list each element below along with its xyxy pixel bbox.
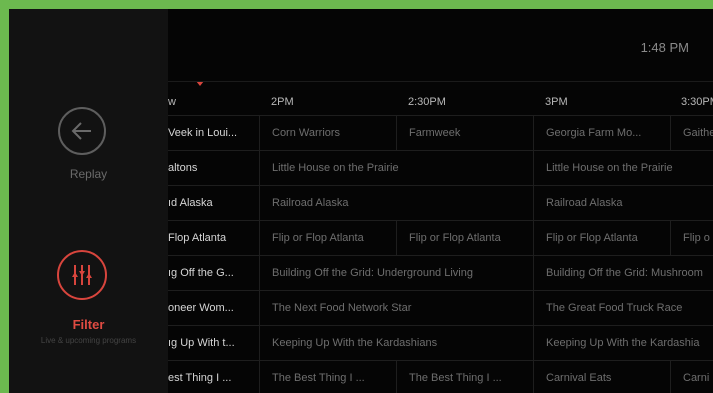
program-cell[interactable]: Veek in Loui...: [168, 116, 259, 151]
program-cell[interactable]: est Thing I ...: [168, 361, 259, 393]
program-cell[interactable]: Flip o: [670, 221, 713, 256]
program-cell[interactable]: Building Off the Grid: Mushroom: [533, 256, 713, 291]
channel-row: Flop Atlanta Flip or Flop Atlanta Flip o…: [168, 220, 713, 256]
program-cell[interactable]: Keeping Up With the Kardashia: [533, 326, 713, 361]
program-cell[interactable]: Keeping Up With the Kardashians: [259, 326, 533, 361]
program-cell[interactable]: Georgia Farm Mo...: [533, 116, 670, 151]
program-cell[interactable]: Gaithe: [670, 116, 713, 151]
channel-row: altons Little House on the Prairie Littl…: [168, 150, 713, 186]
timeline-header: w 2PM 2:30PM 3PM 3:30PM: [168, 81, 713, 116]
time-slot: 2:30PM: [408, 96, 446, 108]
program-cell[interactable]: Flip or Flop Atlanta: [259, 221, 396, 256]
channel-row: oneer Wom... The Next Food Network Star …: [168, 290, 713, 326]
clock: 1:48 PM: [640, 40, 689, 55]
time-slot: 3PM: [545, 96, 568, 108]
filter-label: Filter: [72, 317, 105, 332]
program-cell[interactable]: Little House on the Prairie: [533, 151, 713, 186]
program-cell[interactable]: Little House on the Prairie: [259, 151, 533, 186]
program-cell[interactable]: altons: [168, 151, 259, 186]
program-cell[interactable]: Carni: [670, 361, 713, 393]
program-cell[interactable]: Railroad Alaska: [259, 186, 533, 221]
time-slot: 3:30PM: [681, 96, 713, 108]
equalizer-icon: [72, 265, 92, 285]
program-cell[interactable]: Building Off the Grid: Underground Livin…: [259, 256, 533, 291]
sidebar: Replay Filter Live & upcoming programs: [9, 9, 168, 393]
tv-guide-screen: Replay Filter Live & upcoming programs 1…: [9, 9, 713, 393]
channel-row: est Thing I ... The Best Thing I ... The…: [168, 360, 713, 393]
time-slot: w: [168, 96, 176, 108]
back-arrow-icon: [71, 122, 91, 140]
channel-row: ıd Alaska Railroad Alaska Railroad Alask…: [168, 185, 713, 221]
program-cell[interactable]: Carnival Eats: [533, 361, 670, 393]
filter-subtitle: Live & upcoming programs: [40, 336, 137, 345]
program-cell[interactable]: Corn Warriors: [259, 116, 396, 151]
program-cell[interactable]: ıd Alaska: [168, 186, 259, 221]
program-cell[interactable]: ıg Up With t...: [168, 326, 259, 361]
program-cell[interactable]: The Next Food Network Star: [259, 291, 533, 326]
filter-button[interactable]: [57, 250, 107, 300]
channel-row: ıg Off the G... Building Off the Grid: U…: [168, 255, 713, 291]
program-cell[interactable]: The Best Thing I ...: [259, 361, 396, 393]
channel-row: Veek in Loui... Corn Warriors Farmweek G…: [168, 115, 713, 151]
program-cell[interactable]: The Great Food Truck Race: [533, 291, 713, 326]
replay-button[interactable]: [58, 107, 106, 155]
program-cell[interactable]: The Best Thing I ...: [396, 361, 533, 393]
program-cell[interactable]: Flop Atlanta: [168, 221, 259, 256]
program-cell[interactable]: Flip or Flop Atlanta: [533, 221, 670, 256]
program-cell[interactable]: ıg Off the G...: [168, 256, 259, 291]
program-cell[interactable]: oneer Wom...: [168, 291, 259, 326]
program-cell[interactable]: Farmweek: [396, 116, 533, 151]
time-slot: 2PM: [271, 96, 294, 108]
program-cell[interactable]: Railroad Alaska: [533, 186, 713, 221]
channel-row: ıg Up With t... Keeping Up With the Kard…: [168, 325, 713, 361]
program-cell[interactable]: Flip or Flop Atlanta: [396, 221, 533, 256]
replay-label: Replay: [69, 167, 108, 181]
